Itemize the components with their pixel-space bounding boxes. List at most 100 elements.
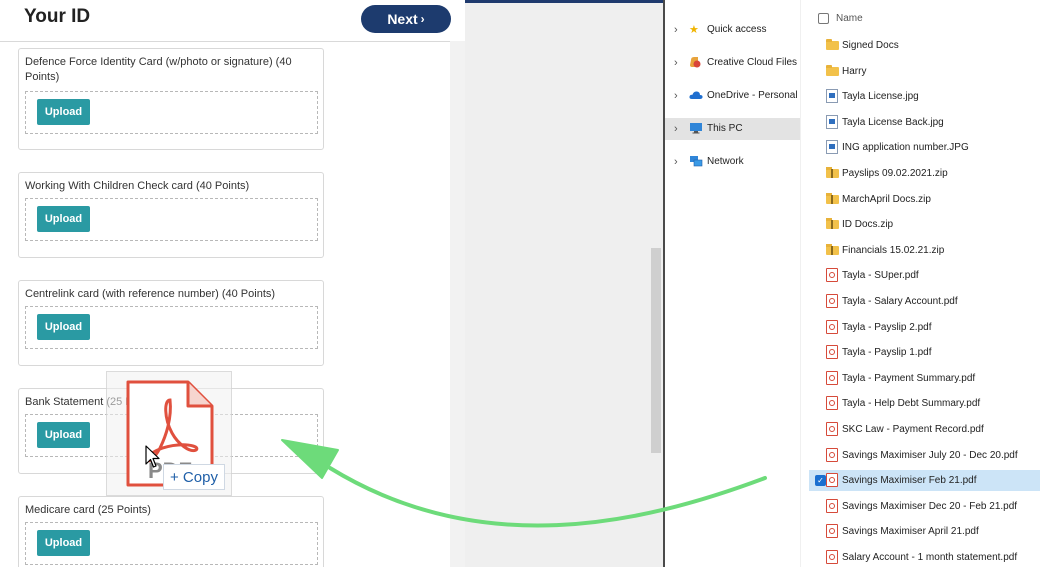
file-row[interactable]: Financials 15.02.21.zip [809,240,1040,261]
file-name: Salary Account - 1 month statement.pdf [842,552,1018,563]
nav-item-onedrive[interactable]: › OneDrive - Personal [665,85,800,107]
file-row[interactable]: Tayla - Help Debt Summary.pdf [809,393,1040,414]
image-file-icon [826,89,838,104]
chevron-right-icon[interactable]: › [674,24,678,36]
file-row[interactable]: Tayla - Payslip 1.pdf [809,342,1040,363]
next-button[interactable]: Next › [361,5,451,33]
file-row[interactable]: Tayla - Payslip 2.pdf [809,317,1040,338]
id-card-working-with-children: Working With Children Check card (40 Poi… [18,172,324,258]
file-name: MarchApril Docs.zip [842,193,931,205]
file-row[interactable]: SKC Law - Payment Record.pdf [809,419,1040,440]
file-list: Name Signed Docs Harry Tayla License.jpg Ta… [809,0,1040,567]
file-name: Signed Docs [842,40,899,51]
chevron-right-icon[interactable]: › [674,123,678,135]
drop-zone[interactable]: Upload [25,198,318,241]
file-row[interactable]: ING application number.JPG [809,137,1040,158]
drop-zone[interactable]: Upload [25,306,318,349]
nav-item-label: OneDrive - Personal [707,90,798,101]
nav-item-network[interactable]: › Network [665,151,800,173]
file-name: Tayla - Payslip 2.pdf [842,321,932,333]
row-checkbox[interactable]: ✓ [815,475,826,487]
pane-divider [800,0,801,567]
file-row[interactable]: Signed Docs [809,35,1040,56]
nav-item-label: Creative Cloud Files [707,57,798,68]
file-name: Tayla License Back.jpg [842,116,944,128]
next-button-label: Next [387,11,418,27]
scrollbar-thumb[interactable] [651,248,661,453]
name-column-header[interactable]: Name [809,11,1040,27]
drop-zone[interactable]: Upload [25,91,318,134]
file-name: Tayla - Payslip 1.pdf [842,347,932,359]
file-row[interactable]: Tayla License Back.jpg [809,112,1040,133]
page-scrollbar-track[interactable] [450,41,465,567]
computer-icon [689,122,703,136]
file-row[interactable]: Savings Maximiser April 21.pdf [809,521,1040,542]
copy-badge: + Copy [163,464,225,490]
pdf-file-icon [826,422,838,436]
nav-item-this-pc[interactable]: › This PC [665,118,800,140]
pdf-file-icon [826,294,838,308]
file-row[interactable]: Tayla License.jpg [809,86,1040,107]
zip-folder-icon [826,218,839,230]
nav-item-label: Network [707,156,744,167]
file-row[interactable]: Savings Maximiser Dec 20 - Feb 21.pdf [809,496,1040,517]
chevron-right-icon[interactable]: › [674,90,678,102]
file-row[interactable]: Tayla - Salary Account.pdf [809,291,1040,312]
image-file-icon [826,114,838,129]
file-row[interactable]: Tayla - SUper.pdf [809,265,1040,286]
upload-button[interactable]: Upload [37,530,90,556]
image-file-icon [826,140,838,155]
id-card-defence-force: Defence Force Identity Card (w/photo or … [18,48,324,150]
file-row[interactable]: ✓ Savings Maximiser Feb 21.pdf [809,470,1040,492]
file-name: Savings Maximiser July 20 - Dec 20.pdf [842,449,1018,461]
nav-item-label: Quick access [707,24,767,35]
chevron-right-icon[interactable]: › [674,57,678,69]
file-name: Savings Maximiser Dec 20 - Feb 21.pdf [842,500,1018,512]
file-name: Tayla License.jpg [842,91,919,103]
upload-button[interactable]: Upload [37,206,90,232]
nav-item-quick-access[interactable]: › ★ Quick access [665,19,800,41]
file-row[interactable]: Payslips 09.02.2021.zip [809,163,1040,184]
mouse-cursor-icon [145,445,160,468]
file-name: Harry [842,65,867,77]
id-card-centrelink: Centrelink card (with reference number) … [18,280,324,366]
navigation-pane: › ★ Quick access › Creative Cloud Files … [665,0,800,567]
file-row[interactable]: ID Docs.zip [809,214,1040,235]
file-row[interactable]: Savings Maximiser July 20 - Dec 20.pdf [809,445,1040,466]
upload-button[interactable]: Upload [37,99,90,125]
file-name: Tayla - Salary Account.pdf [842,296,958,307]
card-title: Medicare card (25 Points) [25,504,151,516]
chevron-right-icon: › [420,12,425,26]
id-upload-page: Your ID Next › Defence Force Identity Ca… [0,0,465,567]
file-name: Payslips 09.02.2021.zip [842,168,948,179]
creative-cloud-icon [689,56,703,70]
chevron-right-icon[interactable]: › [674,156,678,168]
file-name: ING application number.JPG [842,142,969,154]
upload-button[interactable]: Upload [37,314,90,340]
star-icon: ★ [689,24,699,36]
page-title: Your ID [24,6,91,27]
file-row[interactable]: Salary Account - 1 month statement.pdf [809,547,1040,568]
page-header: Your ID Next › [0,3,465,42]
file-name: ID Docs.zip [842,219,894,231]
zip-folder-icon [826,243,839,255]
file-row[interactable]: Tayla - Payment Summary.pdf [809,368,1040,389]
nav-item-label: This PC [707,123,743,134]
file-name: SKC Law - Payment Record.pdf [842,424,984,435]
select-all-checkbox[interactable] [818,13,829,24]
file-name: Tayla - SUper.pdf [842,270,919,282]
pdf-file-icon [826,498,838,513]
file-row[interactable]: MarchApril Docs.zip [809,189,1040,210]
nav-item-creative-cloud[interactable]: › Creative Cloud Files [665,52,800,74]
file-name: Savings Maximiser Feb 21.pdf [842,475,977,487]
pdf-file-icon [826,447,838,462]
file-name: Tayla - Payment Summary.pdf [842,372,976,384]
file-row[interactable]: Harry [809,61,1040,82]
drop-zone[interactable]: Upload [25,522,318,565]
pdf-file-icon [826,319,838,334]
network-icon [689,155,703,169]
card-title: Working With Children Check card (40 Poi… [25,180,250,192]
pdf-file-icon [826,345,838,360]
pdf-file-icon [826,370,838,385]
upload-button[interactable]: Upload [37,422,90,448]
